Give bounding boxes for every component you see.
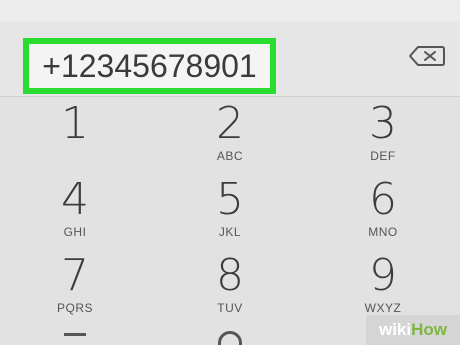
keypad: 1 2 ABC 3 DEF 4 GHI 5 JKL 6 MNO 7 PQRS 8… xyxy=(0,97,460,345)
key-7[interactable]: 7 PQRS xyxy=(15,249,135,327)
key-letters xyxy=(15,149,135,163)
key-letters: DEF xyxy=(370,149,396,163)
key-digit: 8 xyxy=(216,250,244,301)
number-display[interactable]: +12345678901 xyxy=(23,38,276,94)
key-letters: TUV xyxy=(217,301,243,315)
key-digit: 4 xyxy=(61,174,89,225)
key-digit: 9 xyxy=(369,250,397,301)
key-6[interactable]: 6 MNO xyxy=(323,173,443,251)
key-letters: GHI xyxy=(63,225,87,239)
key-3[interactable]: 3 DEF xyxy=(323,97,443,175)
watermark-how: How xyxy=(411,320,447,339)
key-4[interactable]: 4 GHI xyxy=(15,173,135,251)
key-letters: JKL xyxy=(218,225,242,239)
key-digit: 3 xyxy=(369,98,397,149)
key-digit: 2 xyxy=(216,98,244,149)
key-letters: ABC xyxy=(216,149,244,163)
key-digit: 5 xyxy=(216,174,244,225)
number-bar: +12345678901 xyxy=(0,22,460,97)
phone-number: +12345678901 xyxy=(42,47,257,84)
key-letters: PQRS xyxy=(56,301,93,315)
star-key-partial[interactable] xyxy=(64,333,86,336)
zero-key-partial[interactable] xyxy=(218,331,242,345)
key-8[interactable]: 8 TUV xyxy=(170,249,290,327)
watermark-wiki: wiki xyxy=(378,320,412,339)
key-digit: 1 xyxy=(61,98,89,149)
backspace-icon[interactable] xyxy=(408,45,446,67)
top-strip xyxy=(0,0,460,23)
key-digit: 6 xyxy=(369,174,397,225)
key-5[interactable]: 5 JKL xyxy=(170,173,290,251)
key-1[interactable]: 1 xyxy=(15,97,135,175)
key-letters: MNO xyxy=(368,225,398,239)
wikihow-watermark: wiki How xyxy=(366,315,460,345)
key-letters: WXYZ xyxy=(364,301,402,315)
key-digit: 7 xyxy=(61,250,89,301)
key-2[interactable]: 2 ABC xyxy=(170,97,290,175)
